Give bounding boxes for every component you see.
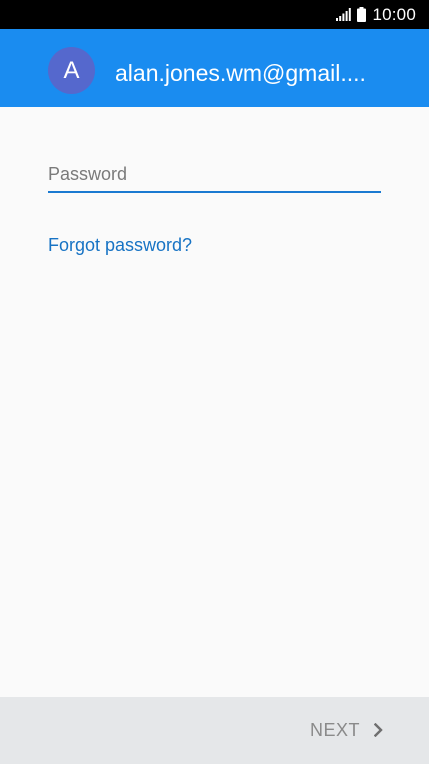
next-button[interactable]: NEXT [310,715,383,745]
status-indicators: 10:00 [336,0,416,29]
bottom-bar: NEXT [0,697,429,764]
password-field[interactable] [48,157,381,193]
account-email: alan.jones.wm@gmail.... [115,60,366,86]
status-bar: 10:00 [0,0,429,29]
next-button-label: NEXT [309,719,360,740]
avatar: A [48,47,95,94]
status-time: 10:00 [372,5,416,24]
signal-icon [336,8,352,21]
battery-icon [357,7,367,22]
password-form: Forgot password? [0,107,429,697]
forgot-password-link[interactable]: Forgot password? [48,233,192,257]
account-header: A alan.jones.wm@gmail.... [0,29,429,107]
chevron-right-icon [374,723,383,737]
